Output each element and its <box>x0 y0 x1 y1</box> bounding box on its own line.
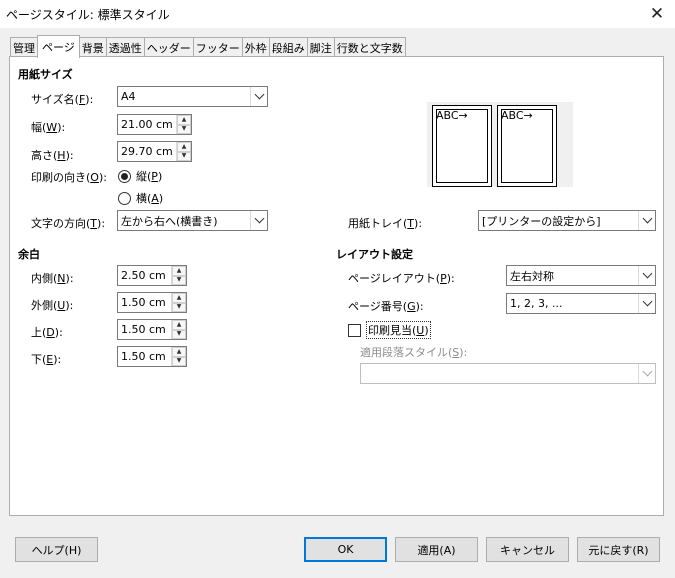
height-spinbox[interactable]: 29.70 cm ▲ ▼ <box>117 141 192 162</box>
margins-heading: 余白 <box>18 248 40 261</box>
paragraph-style-dropdown[interactable] <box>360 363 656 384</box>
landscape-label: 横(A) <box>136 192 164 205</box>
spin-down-icon[interactable]: ▼ <box>177 124 191 134</box>
tab-page[interactable]: ページ <box>37 35 80 58</box>
outer-margin-spinbox[interactable]: 1.50 cm ▲ ▼ <box>117 292 187 313</box>
chevron-down-icon <box>250 87 267 106</box>
radio-unselected-icon <box>118 191 131 205</box>
checkbox-icon <box>348 323 361 337</box>
tab-footer[interactable]: フッター <box>192 37 243 57</box>
top-margin-value: 1.50 cm <box>121 323 166 336</box>
portrait-radio[interactable]: 縦(P) <box>118 168 162 184</box>
spin-up-icon[interactable]: ▲ <box>172 320 186 330</box>
page-layout-label: ページレイアウト(P): <box>348 272 455 285</box>
inner-margin-spinbox[interactable]: 2.50 cm ▲ ▼ <box>117 265 187 286</box>
paper-tray-dropdown[interactable]: [プリンターの設定から] <box>478 210 656 231</box>
chevron-down-icon <box>638 211 655 230</box>
chevron-down-icon <box>638 266 655 285</box>
paper-tray-value: [プリンターの設定から] <box>482 214 601 228</box>
paper-size-dropdown[interactable]: A4 <box>117 86 268 107</box>
height-label: 高さ(H): <box>31 149 74 162</box>
tab-header[interactable]: ヘッダー <box>143 37 194 57</box>
landscape-radio[interactable]: 横(A) <box>118 190 163 206</box>
outer-margin-label: 外側(U): <box>31 299 74 312</box>
tab-text-grid[interactable]: 行数と文字数 <box>333 37 406 57</box>
spin-up-icon[interactable]: ▲ <box>177 142 191 152</box>
tab-bar: 管理 ページ 背景 透過性 ヘッダー フッター 外枠 段組み 脚注 行数と文字数 <box>10 35 406 58</box>
paper-tray-label: 用紙トレイ(T): <box>348 217 423 230</box>
page-number-value: 1, 2, 3, ... <box>510 297 563 310</box>
text-direction-label: 文字の方向(T): <box>31 217 106 230</box>
preview-text: ABC→ <box>501 109 533 122</box>
paragraph-style-label: 適用段落スタイル(S): <box>360 346 468 359</box>
spin-up-icon[interactable]: ▲ <box>177 115 191 125</box>
outer-margin-value: 1.50 cm <box>121 296 166 309</box>
window-title: ページスタイル: 標準スタイル <box>6 8 170 22</box>
spin-down-icon[interactable]: ▼ <box>172 356 186 366</box>
preview-right-page: ABC→ <box>497 105 557 187</box>
help-button[interactable]: ヘルプ(H) <box>15 537 98 562</box>
orientation-label: 印刷の向き(O): <box>31 171 107 184</box>
chevron-down-icon <box>250 211 267 230</box>
bottom-margin-spinbox[interactable]: 1.50 cm ▲ ▼ <box>117 346 187 367</box>
spin-down-icon[interactable]: ▼ <box>172 275 186 285</box>
spin-up-icon[interactable]: ▲ <box>172 347 186 357</box>
chevron-down-icon <box>638 364 655 383</box>
page-number-label: ページ番号(G): <box>348 300 424 313</box>
size-label: サイズ名(F): <box>31 93 94 106</box>
width-spinbox[interactable]: 21.00 cm ▲ ▼ <box>117 114 192 135</box>
tab-borders[interactable]: 外枠 <box>241 37 270 57</box>
text-direction-value: 左から右へ(横書き) <box>121 214 218 228</box>
bottom-margin-value: 1.50 cm <box>121 350 166 363</box>
layout-settings-heading: レイアウト設定 <box>336 248 413 261</box>
tab-columns[interactable]: 段組み <box>268 37 308 57</box>
spin-down-icon[interactable]: ▼ <box>177 151 191 161</box>
register-true-checkbox[interactable]: 印刷見当(U) <box>348 321 431 339</box>
register-true-label: 印刷見当(U) <box>366 321 431 339</box>
page-layout-dropdown[interactable]: 左右対称 <box>506 265 656 286</box>
paper-size-value: A4 <box>121 90 136 103</box>
page-layout-value: 左右対称 <box>510 269 554 283</box>
spin-down-icon[interactable]: ▼ <box>172 329 186 339</box>
paper-format-heading: 用紙サイズ <box>18 68 73 81</box>
radio-selected-icon <box>118 169 131 183</box>
inner-margin-value: 2.50 cm <box>121 269 166 282</box>
tab-footnote[interactable]: 脚注 <box>306 37 335 57</box>
page-number-dropdown[interactable]: 1, 2, 3, ... <box>506 293 656 314</box>
preview-text: ABC→ <box>436 109 468 122</box>
width-label: 幅(W): <box>31 121 66 134</box>
top-margin-label: 上(D): <box>31 326 63 339</box>
tab-organizer[interactable]: 管理 <box>10 37 38 57</box>
text-direction-dropdown[interactable]: 左から右へ(横書き) <box>117 210 268 231</box>
top-margin-spinbox[interactable]: 1.50 cm ▲ ▼ <box>117 319 187 340</box>
cancel-button[interactable]: キャンセル <box>486 537 569 562</box>
inner-margin-label: 内側(N): <box>31 272 74 285</box>
spin-up-icon[interactable]: ▲ <box>172 266 186 276</box>
tab-transparency[interactable]: 透過性 <box>105 37 145 57</box>
reset-button[interactable]: 元に戻す(R) <box>577 537 660 562</box>
apply-button[interactable]: 適用(A) <box>395 537 478 562</box>
title-bar: ページスタイル: 標準スタイル ✕ <box>0 0 675 28</box>
height-value: 29.70 cm <box>121 145 173 158</box>
bottom-margin-label: 下(E): <box>31 353 62 366</box>
close-button[interactable]: ✕ <box>639 0 675 28</box>
width-value: 21.00 cm <box>121 118 173 131</box>
tab-area[interactable]: 背景 <box>78 37 107 57</box>
spin-up-icon[interactable]: ▲ <box>172 293 186 303</box>
close-icon: ✕ <box>649 4 665 24</box>
chevron-down-icon <box>638 294 655 313</box>
preview-left-page: ABC→ <box>432 105 492 187</box>
spin-down-icon[interactable]: ▼ <box>172 302 186 312</box>
ok-button[interactable]: OK <box>304 537 387 562</box>
portrait-label: 縦(P) <box>136 170 163 183</box>
